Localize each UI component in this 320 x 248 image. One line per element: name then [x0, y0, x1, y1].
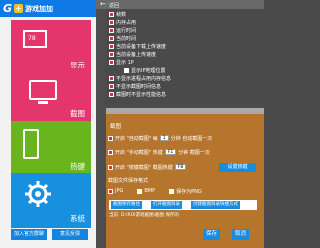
screenshot-section-title: 截图: [110, 124, 122, 130]
key-screenshot-prefix: 开启 "按键截图" 截图热键: [115, 164, 173, 171]
format-label: 截图文件保存格式: [108, 177, 149, 184]
checkbox[interactable]: [124, 68, 129, 73]
checkbox[interactable]: [109, 20, 114, 25]
manual-screenshot-hotkey-input[interactable]: F1: [164, 149, 177, 155]
format-bmp: BMP: [144, 188, 156, 194]
logo-letter: G: [3, 2, 13, 15]
option-label: 截图时不显示性能信息: [116, 92, 167, 98]
tile-display[interactable]: 78 显示: [11, 20, 91, 75]
option-row[interactable]: 帧数: [109, 11, 126, 18]
manual-screenshot-prefix: 开启 "手动截图" 热键: [115, 149, 163, 156]
option-row[interactable]: 内存占用: [109, 19, 136, 26]
checkbox[interactable]: [108, 188, 113, 194]
keyboard-icon: [23, 129, 39, 159]
display-icon: 78: [23, 30, 47, 48]
manual-screenshot-suffix: 分钟 截图一次: [178, 149, 210, 156]
option-label: 当前设备下载上传速度: [116, 44, 167, 50]
option-label: 帧数: [116, 12, 127, 18]
option-label: 运行时间: [116, 28, 137, 34]
save-button[interactable]: 保存: [203, 229, 220, 240]
option-label: 当前设备上传速度: [116, 52, 157, 58]
key-screenshot-hotkey-input[interactable]: F8: [174, 164, 187, 170]
back-label[interactable]: 返回: [109, 2, 119, 9]
title-bar: G + 游戏加加: [0, 0, 96, 17]
monitor-stand-icon: [38, 101, 48, 104]
option-label: 不显示进程占用内存信息: [116, 76, 172, 82]
checkbox[interactable]: [109, 84, 114, 89]
display-options-section: 帧数 内存占用 运行时间 当前时间 当前设备下载上传速度 当前设备上传速度 显示…: [106, 9, 264, 106]
checkbox[interactable]: [169, 188, 175, 194]
path-note: 当前: D:\ROI游戏截图\截图 保存的: [109, 213, 179, 218]
gear-icon: [25, 181, 51, 207]
checkbox[interactable]: [108, 135, 113, 141]
checkbox[interactable]: [109, 28, 114, 33]
format-label-row: 截图文件保存格式: [108, 176, 148, 184]
app-logo: G + 游戏加加: [3, 2, 53, 15]
monitor-icon: [29, 80, 57, 100]
auto-screenshot-prefix: 开启 "自动截图" 每: [115, 135, 158, 142]
option-label: 不显示截图时间信息: [116, 84, 162, 90]
option-row[interactable]: 不显示截图时间信息: [109, 83, 161, 90]
option-row[interactable]: 截图时不显示性能信息: [109, 91, 166, 98]
app-title: 游戏加加: [25, 4, 54, 13]
option-row[interactable]: 运行时间: [109, 27, 136, 34]
option-row[interactable]: 当前设备上传速度: [109, 51, 156, 58]
key-screenshot-row: 开启 "按键截图" 截图热键 F8: [108, 163, 187, 171]
format-options-row: JPG BMP 保存为PNG: [108, 187, 202, 195]
auto-screenshot-suffix: 分钟 自动截图一次: [170, 135, 213, 142]
right-header: ← 返回: [96, 0, 264, 9]
screenshot-section: 截图 开启 "自动截图" 每 1 分钟 自动截图一次 开启 "手动截图" 热键 …: [106, 114, 264, 248]
feedback-button[interactable]: 意见反馈: [52, 229, 88, 240]
save-path-button[interactable]: 截图保存路径: [111, 201, 142, 209]
back-arrow-icon[interactable]: ←: [100, 0, 106, 8]
checkbox[interactable]: [108, 164, 113, 170]
checkbox[interactable]: [109, 92, 114, 97]
tile-hotkey[interactable]: 热键: [11, 121, 91, 176]
path-options-bar: 截图保存路径 打开截图目录 创建截图目录快捷方式: [109, 200, 257, 210]
checkbox[interactable]: [109, 52, 114, 57]
checkbox[interactable]: [109, 12, 114, 17]
logo-plus-icon: +: [14, 4, 24, 13]
set-hotkey-button[interactable]: 设置热键: [219, 163, 256, 172]
tile-screenshot-label: 截图: [70, 109, 85, 118]
option-row[interactable]: 显示IP地理位置: [124, 67, 166, 74]
tile-hotkey-label: 热键: [70, 162, 85, 171]
option-label: 内存占用: [116, 20, 137, 26]
checkbox[interactable]: [109, 36, 114, 41]
checkbox[interactable]: [109, 60, 114, 65]
checkbox[interactable]: [108, 149, 113, 155]
option-row[interactable]: 不显示进程占用内存信息: [109, 75, 171, 82]
option-label: 当前时间: [116, 36, 137, 42]
option-row[interactable]: 当前设备下载上传速度: [109, 43, 166, 50]
tile-system-label: 系统: [70, 214, 85, 223]
checkbox[interactable]: [109, 76, 114, 81]
auto-screenshot-interval-input[interactable]: 1: [159, 135, 169, 141]
option-row[interactable]: 显示 1P: [109, 59, 134, 66]
checkbox[interactable]: [109, 44, 114, 49]
right-panel: ← 返回 帧数 内存占用 运行时间 当前时间 当前设备下载上传速度 当前设备上传…: [96, 0, 264, 248]
left-panel: G + 游戏加加 78 显示 截图 热键 系统 加入官方群聊 意见反馈: [0, 0, 96, 248]
format-png: 保存为PNG: [176, 188, 202, 195]
join-qq-group-button[interactable]: 加入官方群聊: [11, 229, 47, 240]
tile-screenshot[interactable]: 截图: [11, 68, 91, 123]
checkbox[interactable]: [137, 188, 143, 194]
tile-system[interactable]: 系统: [11, 173, 91, 228]
format-jpg: JPG: [115, 188, 124, 194]
option-label: 显示 1P: [116, 60, 134, 66]
open-dir-button[interactable]: 打开截图目录: [151, 201, 182, 209]
create-shortcut-button[interactable]: 创建截图目录快捷方式: [191, 201, 240, 209]
option-row[interactable]: 当前时间: [109, 35, 136, 42]
auto-screenshot-row: 开启 "自动截图" 每 1 分钟 自动截图一次: [108, 134, 212, 142]
cancel-button[interactable]: 取消: [232, 229, 249, 240]
manual-screenshot-row: 开启 "手动截图" 热键 F1 分钟 截图一次: [108, 148, 210, 156]
option-label: 显示IP地理位置: [131, 68, 166, 74]
